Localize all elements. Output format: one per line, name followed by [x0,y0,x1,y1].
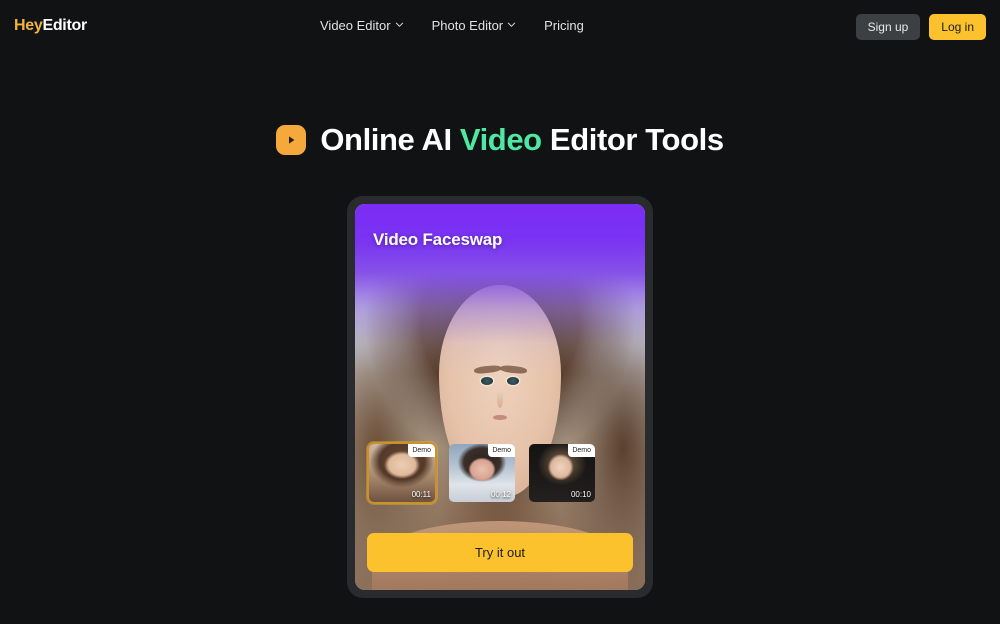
preview-eye-left [480,377,493,386]
demo-badge: Demo [408,444,435,457]
logo-text-hey: Hey [14,17,43,34]
card-title: Video Faceswap [373,230,503,249]
nav-label-photo-editor: Photo Editor [431,18,504,33]
logo-text-editor: Editor [42,17,87,34]
page-title-accent: Video [459,122,542,157]
thumbnail-duration: 00:11 [411,490,431,499]
thumbnail-item-1[interactable]: Demo 00:11 [367,442,437,504]
nav-label-video-editor: Video Editor [320,18,391,33]
demo-badge: Demo [488,444,515,457]
feature-card[interactable]: Video Faceswap Demo 00:11 Demo 00:12 Dem… [347,196,653,598]
nav-item-pricing[interactable]: Pricing [544,19,584,32]
thumbnail-duration: 00:12 [490,490,511,499]
log-in-button[interactable]: Log in [929,14,986,41]
chevron-down-icon [395,20,404,29]
site-header: HeyEditor Video Editor Photo Editor Pric… [0,0,1000,56]
try-it-out-button[interactable]: Try it out [367,533,633,572]
nav-label-pricing: Pricing [544,18,584,33]
feature-card-inner: Video Faceswap Demo 00:11 Demo 00:12 Dem… [355,204,645,590]
nav-item-photo-editor[interactable]: Photo Editor [432,19,517,32]
thumbnail-duration: 00:10 [570,490,591,499]
auth-buttons: Sign up Log in [855,14,986,41]
thumbnail-item-2[interactable]: Demo 00:12 [447,442,517,504]
preview-mouth [492,414,508,421]
page-title-part2: Editor Tools [541,122,724,157]
nav-item-video-editor[interactable]: Video Editor [320,19,404,32]
preview-eye-right [507,377,520,386]
play-badge-icon [276,124,307,155]
preview-nose [496,391,504,409]
demo-badge: Demo [568,444,595,457]
page-title-part1: Online AI [320,122,460,157]
thumbnail-list: Demo 00:11 Demo 00:12 Demo 00:10 [367,442,597,504]
sign-up-button[interactable]: Sign up [855,14,921,41]
logo[interactable]: HeyEditor [14,18,87,34]
hero-heading: Online AI Video Editor Tools [0,124,1000,155]
page-title: Online AI Video Editor Tools [320,122,724,157]
chevron-down-icon [507,20,516,29]
main-navigation: Video Editor Photo Editor Pricing [320,19,584,32]
thumbnail-item-3[interactable]: Demo 00:10 [527,442,597,504]
